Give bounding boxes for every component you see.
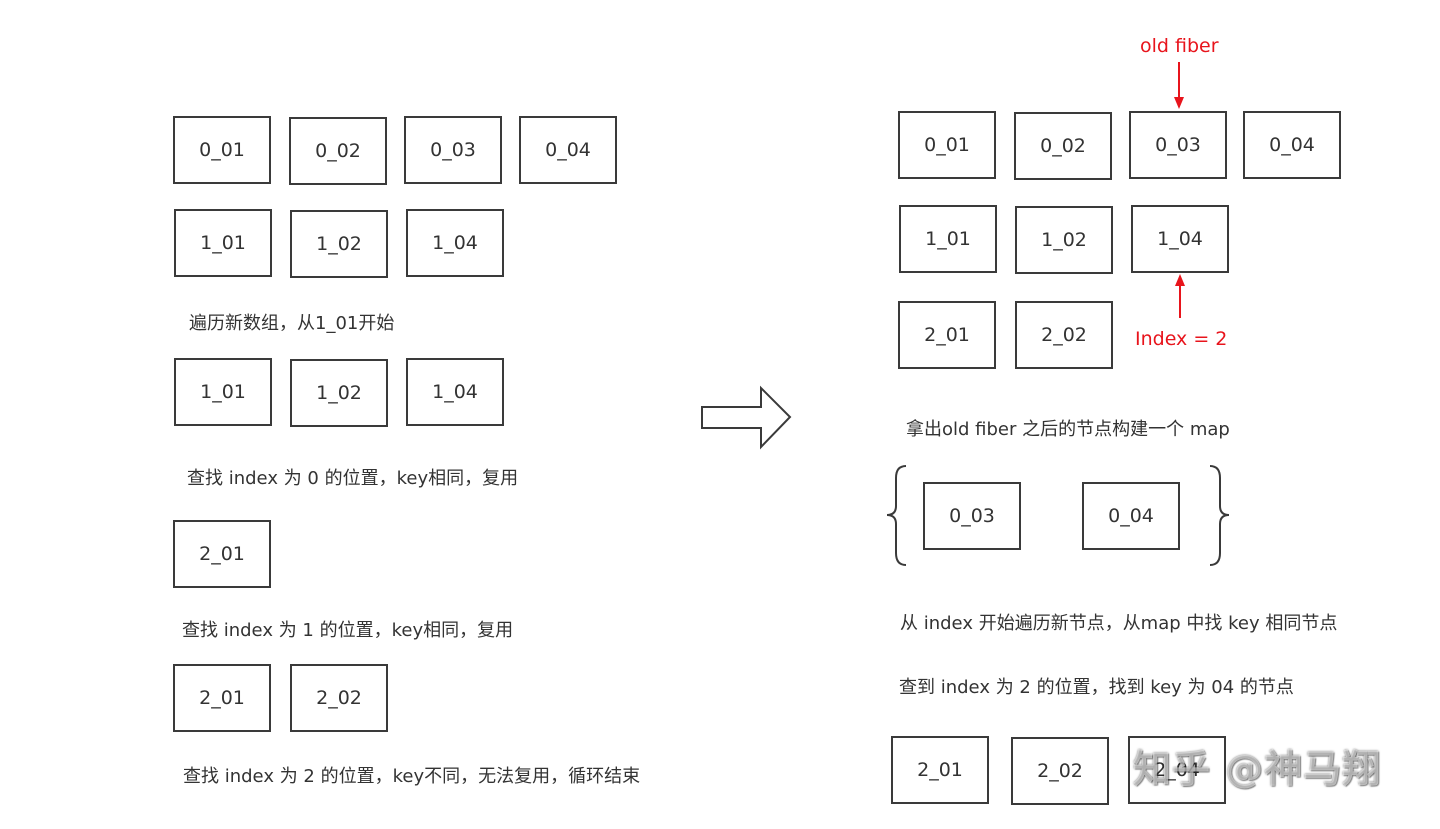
node-box: 0_02	[289, 117, 387, 185]
node-box: 2_01	[173, 664, 271, 732]
node-box-highlighted: 1_04	[1131, 205, 1229, 273]
node-box: 2_01	[173, 520, 271, 588]
node-box: 0_01	[898, 111, 996, 179]
step-note: 查找 index 为 2 的位置，key不同，无法复用，循环结束	[183, 766, 641, 787]
node-box-highlighted: 0_03	[1129, 111, 1227, 179]
node-box: 0_04	[519, 116, 617, 184]
node-box: 1_04	[406, 358, 504, 426]
step-note: 查找 index 为 0 的位置，key相同，复用	[187, 468, 519, 489]
node-box: 1_01	[174, 209, 272, 277]
right-brace-icon	[1209, 465, 1230, 566]
node-box: 2_01	[898, 301, 996, 369]
found-note: 查到 index 为 2 的位置，找到 key 为 04 的节点	[899, 677, 1294, 698]
node-box: 1_01	[174, 358, 272, 426]
node-box: 2_01	[891, 736, 989, 804]
node-box: 0_03	[404, 116, 502, 184]
node-box: 1_01	[899, 205, 997, 273]
step-note: 查找 index 为 1 的位置，key相同，复用	[182, 620, 514, 641]
node-box: 1_04	[406, 209, 504, 277]
transition-arrow-icon	[701, 385, 792, 450]
node-box: 2_02	[1015, 301, 1113, 369]
watermark: 知乎 @神马翔	[1133, 747, 1382, 791]
node-box: 0_01	[173, 116, 271, 184]
node-box: 0_04	[1243, 111, 1341, 179]
node-box: 0_02	[1014, 112, 1112, 180]
left-brace-icon	[886, 465, 907, 566]
map-node-box: 0_03	[923, 482, 1021, 550]
index-label: Index = 2	[1135, 328, 1228, 350]
old-fiber-label: old fiber	[1140, 35, 1219, 57]
map-note: 拿出old fiber 之后的节点构建一个 map	[906, 419, 1230, 440]
node-box: 2_02	[1011, 737, 1109, 805]
map-node-box: 0_04	[1082, 482, 1180, 550]
node-box: 1_02	[1015, 206, 1113, 274]
node-box: 1_02	[290, 359, 388, 427]
node-box: 1_02	[290, 210, 388, 278]
traverse-note: 从 index 开始遍历新节点，从map 中找 key 相同节点	[900, 613, 1338, 634]
node-box: 2_02	[290, 664, 388, 732]
step-note: 遍历新数组，从1_01开始	[189, 313, 395, 334]
